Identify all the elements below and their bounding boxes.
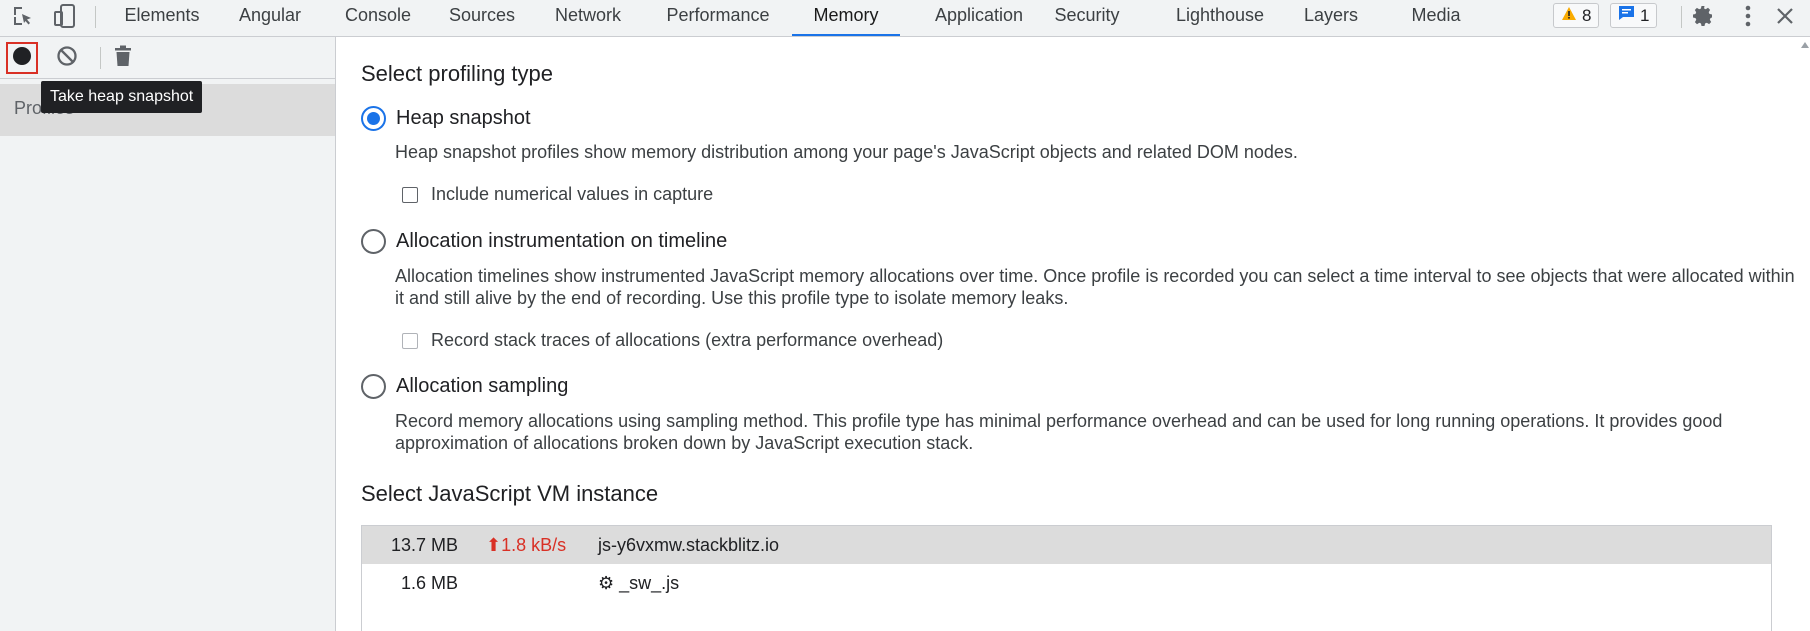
allocation-timeline-label: Allocation instrumentation on timeline	[396, 230, 728, 252]
allocation-timeline-description: Allocation timelines show instrumented J…	[395, 266, 1795, 308]
scroll-up-arrow-icon[interactable]	[1801, 42, 1809, 48]
allocation-timeline-option[interactable]: Allocation instrumentation on timeline	[361, 229, 727, 254]
vm-instance-list: 13.7 MB ⬆1.8 kB/s js-y6vxmw.stackblitz.i…	[361, 525, 1772, 631]
profiling-panel: Select profiling type Heap snapshot Heap…	[337, 37, 1810, 631]
tab-performance[interactable]: Performance	[650, 0, 786, 36]
warnings-badge[interactable]: 8	[1553, 3, 1600, 28]
trash-icon	[114, 45, 132, 72]
messages-badge[interactable]: 1	[1610, 3, 1658, 28]
tab-network[interactable]: Network	[543, 0, 633, 36]
vm-instance-row[interactable]: 1.6 MB ⚙ _sw_.js	[362, 564, 1771, 602]
heap-snapshot-radio[interactable]	[361, 106, 386, 131]
delete-button[interactable]	[107, 42, 139, 74]
vm-heap-size: 1.6 MB	[400, 573, 458, 593]
inspect-element-icon[interactable]	[8, 0, 38, 32]
message-icon	[1618, 5, 1635, 26]
warnings-count: 8	[1582, 5, 1592, 25]
stack-traces-checkbox	[402, 332, 418, 349]
allocation-sampling-radio[interactable]	[361, 374, 386, 399]
tab-application[interactable]: Application	[912, 0, 1046, 36]
record-tooltip: Take heap snapshot	[41, 81, 203, 113]
clear-button[interactable]	[51, 42, 83, 74]
tab-layers[interactable]: Layers	[1296, 0, 1366, 36]
allocation-timeline-radio[interactable]	[361, 229, 386, 254]
numerical-values-label: Include numerical values in capture	[431, 184, 714, 204]
tab-memory[interactable]: Memory	[792, 0, 900, 36]
panel-scrollbar[interactable]	[1802, 37, 1810, 631]
record-button[interactable]	[6, 42, 38, 74]
tab-console[interactable]: Console	[332, 0, 424, 36]
stack-traces-label: Record stack traces of allocations (extr…	[431, 330, 944, 350]
vm-heap-speed: ⬆1.8 kB/s	[486, 535, 567, 555]
stack-traces-option: Record stack traces of allocations (extr…	[402, 330, 943, 351]
record-icon	[12, 46, 32, 71]
tab-media[interactable]: Media	[1404, 0, 1468, 36]
profiles-toolbar	[0, 37, 336, 79]
devtools-tab-bar: Elements Angular Console Sources Network…	[0, 0, 1810, 37]
tab-lighthouse[interactable]: Lighthouse	[1162, 0, 1278, 36]
numerical-values-checkbox[interactable]	[402, 186, 418, 203]
warning-icon	[1561, 6, 1577, 26]
device-toolbar-icon[interactable]	[50, 0, 80, 32]
tab-elements[interactable]: Elements	[112, 0, 212, 36]
more-options-icon[interactable]	[1733, 0, 1763, 32]
gear-icon[interactable]	[1688, 0, 1718, 32]
vm-heap-size: 13.7 MB	[390, 535, 458, 555]
vm-instance-row[interactable]: 13.7 MB ⬆1.8 kB/s js-y6vxmw.stackblitz.i…	[362, 526, 1771, 564]
tab-security[interactable]: Security	[1042, 0, 1132, 36]
tab-angular[interactable]: Angular	[224, 0, 316, 36]
vm-instance-heading: Select JavaScript VM instance	[361, 481, 659, 506]
allocation-sampling-option[interactable]: Allocation sampling	[361, 374, 568, 399]
allocation-sampling-label: Allocation sampling	[396, 375, 569, 397]
numerical-values-option[interactable]: Include numerical values in capture	[402, 184, 713, 205]
clear-icon	[56, 45, 78, 72]
heap-snapshot-label: Heap snapshot	[396, 107, 531, 129]
vm-instance-url: ⚙ _sw_.js	[598, 573, 680, 593]
messages-count: 1	[1640, 5, 1650, 25]
close-icon[interactable]	[1770, 0, 1800, 32]
heap-snapshot-description: Heap snapshot profiles show memory distr…	[395, 142, 1298, 162]
tab-sources[interactable]: Sources	[440, 0, 524, 36]
allocation-sampling-description: Record memory allocations using sampling…	[395, 411, 1723, 453]
vm-instance-url: js-y6vxmw.stackblitz.io	[598, 535, 780, 555]
heap-snapshot-option[interactable]: Heap snapshot	[361, 106, 531, 131]
profiling-type-heading: Select profiling type	[361, 61, 553, 86]
profiles-sidebar: Profiles	[0, 37, 336, 631]
